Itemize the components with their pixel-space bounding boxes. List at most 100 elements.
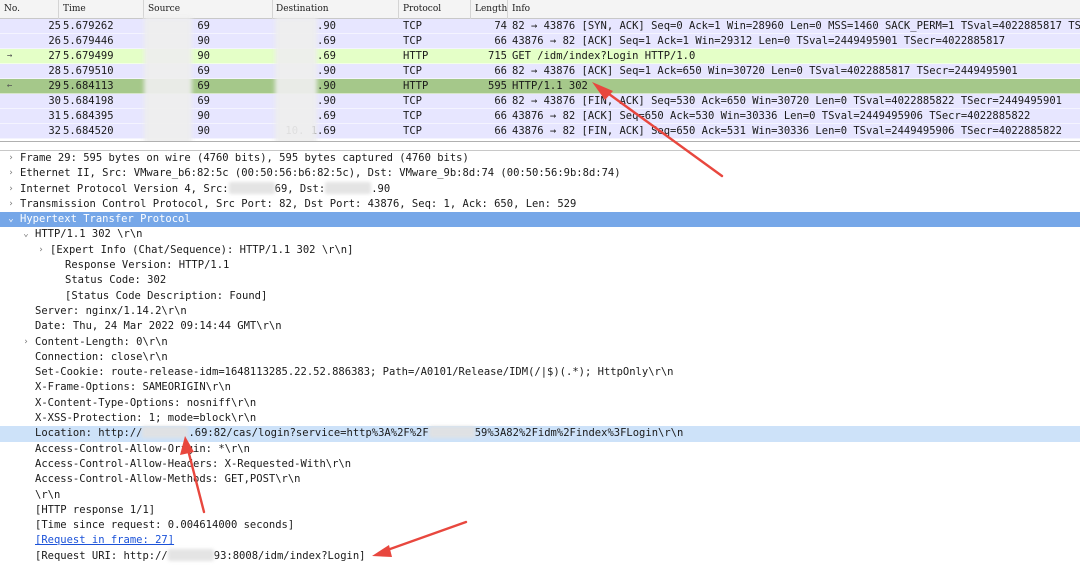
- detail-tree-line[interactable]: [Request URI: http://93:8008/idm/index?L…: [0, 548, 1080, 564]
- detail-text: Hypertext Transfer Protocol: [20, 213, 191, 226]
- address-blur-source: [144, 17, 192, 141]
- detail-text: Connection: close\r\n: [35, 350, 168, 363]
- packet-time-cell: 5.679446: [63, 35, 114, 47]
- detail-tree-line[interactable]: Location: http://.69:82/cas/login?servic…: [0, 426, 1080, 442]
- packet-info-cell: 82 → 43876 [FIN, ACK] Seq=530 Ack=650 Wi…: [512, 95, 1062, 107]
- address-blur: [228, 181, 275, 194]
- packet-length-cell: 66: [494, 110, 507, 122]
- packet-length-cell: 66: [494, 35, 507, 47]
- detail-tree-line[interactable]: [Time since request: 0.004614000 seconds…: [0, 518, 1080, 533]
- address-blur: [325, 181, 372, 194]
- detail-text: X-XSS-Protection: 1; mode=block\r\n: [35, 412, 257, 425]
- packet-length-cell: 595: [488, 80, 507, 92]
- detail-tree-line[interactable]: Access-Control-Allow-Headers: X-Requeste…: [0, 457, 1080, 472]
- packet-info-cell: HTTP/1.1 302: [512, 80, 588, 92]
- packet-time-cell: 5.684395: [63, 110, 114, 122]
- packet-protocol-cell: TCP: [403, 20, 422, 32]
- packet-protocol-cell: TCP: [403, 110, 422, 122]
- twisty-expanded-icon[interactable]: ⌄: [6, 212, 16, 227]
- packet-protocol-cell: TCP: [403, 35, 422, 47]
- packet-no-cell: 25: [48, 20, 61, 32]
- detail-tree-line[interactable]: [HTTP response 1/1]: [0, 503, 1080, 518]
- packet-list-pane[interactable]: No. Time Source Destination Protocol Len…: [0, 0, 1080, 142]
- detail-tree-line[interactable]: Access-Control-Allow-Methods: GET,POST\r…: [0, 472, 1080, 487]
- packet-length-cell: 74: [494, 20, 507, 32]
- detail-text: Transmission Control Protocol, Src Port:…: [20, 197, 577, 210]
- detail-tree-line[interactable]: ⌄ Hypertext Transfer Protocol: [0, 212, 1080, 228]
- twisty-expanded-icon[interactable]: ⌄: [21, 227, 31, 242]
- detail-text: HTTP/1.1 302 \r\n: [35, 228, 143, 241]
- detail-tree-line[interactable]: Status Code: 302: [0, 273, 1080, 288]
- detail-tree-line[interactable]: Response Version: HTTP/1.1: [0, 258, 1080, 273]
- packet-length-cell: 715: [488, 50, 507, 62]
- detail-tree-line[interactable]: X-Frame-Options: SAMEORIGIN\r\n: [0, 380, 1080, 395]
- twisty-collapsed-icon[interactable]: ›: [6, 182, 16, 197]
- detail-text: Access-Control-Allow-Methods: GET,POST\r…: [35, 473, 301, 486]
- detail-text: [HTTP response 1/1]: [35, 503, 156, 516]
- detail-tree-line[interactable]: Access-Control-Allow-Origin: *\r\n: [0, 442, 1080, 457]
- packet-no-cell: 26: [48, 35, 61, 47]
- packet-time-cell: 5.679262: [63, 20, 114, 32]
- packet-time-cell: 5.679510: [63, 65, 114, 77]
- detail-text: Content-Length: 0\r\n: [35, 335, 168, 348]
- column-header-length[interactable]: Length: [475, 4, 507, 14]
- detail-text: [Expert Info (Chat/Sequence): HTTP/1.1 3…: [50, 243, 354, 256]
- detail-text: \r\n: [35, 488, 61, 501]
- detail-text: Frame 29: 595 bytes on wire (4760 bits),…: [20, 152, 469, 164]
- detail-tree-line[interactable]: X-Content-Type-Options: nosniff\r\n: [0, 396, 1080, 411]
- detail-tree-line[interactable]: Server: nginx/1.14.2\r\n: [0, 304, 1080, 319]
- detail-tree-line[interactable]: Connection: close\r\n: [0, 350, 1080, 365]
- detail-tree-line[interactable]: Set-Cookie: route-release-idm=1648113285…: [0, 365, 1080, 380]
- request-in-frame-link[interactable]: [Request in frame: 27]: [35, 533, 174, 548]
- packet-info-cell: 43876 → 82 [FIN, ACK] Seq=650 Ack=531 Wi…: [512, 125, 1062, 137]
- packet-protocol-cell: TCP: [403, 125, 422, 137]
- detail-text: X-Content-Type-Options: nosniff\r\n: [35, 396, 257, 409]
- column-header-no[interactable]: No.: [4, 4, 20, 14]
- detail-tree-line[interactable]: › Ethernet II, Src: VMware_b6:82:5c (00:5…: [0, 166, 1080, 181]
- packet-time-cell: 5.679499: [63, 50, 114, 62]
- detail-tree-line[interactable]: \r\n: [0, 488, 1080, 503]
- packet-no-cell: 32: [48, 125, 61, 137]
- packet-time-cell: 5.684113: [63, 80, 114, 92]
- detail-tree-line[interactable]: Date: Thu, 24 Mar 2022 09:14:44 GMT\r\n: [0, 319, 1080, 334]
- detail-tree-line[interactable]: › Internet Protocol Version 4, Src: 69, Ds…: [0, 181, 1080, 197]
- column-header-time[interactable]: Time: [63, 4, 86, 14]
- twisty-collapsed-icon[interactable]: ›: [6, 197, 16, 212]
- detail-tree-line[interactable]: › Frame 29: 595 bytes on wire (4760 bits)…: [0, 151, 1080, 166]
- packet-protocol-cell: TCP: [403, 65, 422, 77]
- detail-tree-line[interactable]: ⌄ HTTP/1.1 302 \r\n: [0, 227, 1080, 242]
- twisty-collapsed-icon[interactable]: ›: [6, 151, 16, 166]
- detail-text: Status Code: 302: [65, 274, 167, 287]
- packet-info-cell: 43876 → 82 [ACK] Seq=1 Ack=1 Win=29312 L…: [512, 35, 1006, 47]
- packet-time-cell: 5.684520: [63, 125, 114, 137]
- detail-tree-line[interactable]: › Transmission Control Protocol, Src Port…: [0, 197, 1080, 212]
- packet-no-cell: 30: [48, 95, 61, 107]
- packet-length-cell: 66: [494, 95, 507, 107]
- detail-text: Access-Control-Allow-Headers: X-Requeste…: [35, 457, 352, 470]
- packet-time-cell: 5.684198: [63, 95, 114, 107]
- packet-no-cell: 28: [48, 65, 61, 77]
- address-blur: [428, 426, 475, 439]
- column-header-destination[interactable]: Destination: [276, 4, 329, 14]
- detail-text: Date: Thu, 24 Mar 2022 09:14:44 GMT\r\n: [35, 320, 282, 333]
- detail-tree-line[interactable]: › [Expert Info (Chat/Sequence): HTTP/1.1 …: [0, 243, 1080, 258]
- detail-tree-line[interactable]: X-XSS-Protection: 1; mode=block\r\n: [0, 411, 1080, 426]
- packet-details-pane[interactable]: › Frame 29: 595 bytes on wire (4760 bits)…: [0, 150, 1080, 565]
- detail-text: [Request URI: http://93:8008/idm/index?L…: [35, 548, 366, 562]
- column-header-protocol[interactable]: Protocol: [403, 4, 441, 14]
- packet-no-cell: 29: [48, 80, 61, 92]
- twisty-collapsed-icon[interactable]: ›: [6, 166, 16, 181]
- detail-tree-line[interactable]: › Content-Length: 0\r\n: [0, 335, 1080, 350]
- detail-text: Location: http://.69:82/cas/login?servic…: [35, 426, 684, 440]
- twisty-collapsed-icon[interactable]: ›: [36, 243, 46, 258]
- address-blur: [167, 548, 214, 561]
- column-header-source[interactable]: Source: [148, 4, 180, 14]
- twisty-collapsed-icon[interactable]: ›: [21, 335, 31, 350]
- packet-info-cell: 82 → 43876 [ACK] Seq=1 Ack=650 Win=30720…: [512, 65, 1018, 77]
- packet-protocol-cell: HTTP: [403, 80, 429, 92]
- detail-tree-line[interactable]: [Status Code Description: Found]: [0, 289, 1080, 304]
- column-header-info[interactable]: Info: [512, 4, 530, 14]
- detail-text: Access-Control-Allow-Origin: *\r\n: [35, 442, 250, 455]
- detail-text: Ethernet II, Src: VMware_b6:82:5c (00:50…: [20, 167, 621, 180]
- detail-tree-line[interactable]: [Request in frame: 27]: [0, 533, 1080, 548]
